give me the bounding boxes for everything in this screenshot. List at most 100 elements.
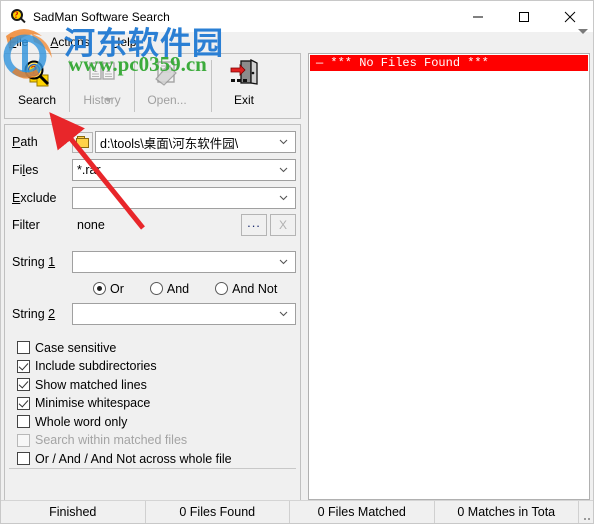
window-controls — [455, 1, 593, 32]
radio-and-not-label: And Not — [232, 281, 278, 296]
checkbox-label: Whole word only — [35, 414, 128, 429]
chevron-down-icon[interactable] — [279, 165, 288, 174]
checkbox-indicator — [17, 415, 30, 429]
title-bar: ? SadMan Software Search — [1, 1, 593, 32]
window-title: SadMan Software Search — [33, 9, 170, 24]
options-checkbox-list: Case sensitive Include subdirectories Sh… — [9, 338, 296, 468]
maximize-icon[interactable] — [501, 1, 547, 32]
chevron-down-icon[interactable] — [279, 137, 288, 146]
exclude-label: Exclude — [12, 190, 57, 205]
string1-label: String 1 — [12, 254, 56, 269]
minimize-icon[interactable] — [455, 1, 501, 32]
chevron-down-icon[interactable] — [578, 29, 588, 34]
filter-clear-label: X — [278, 218, 287, 233]
history-button[interactable]: 1 2 History — [70, 54, 134, 118]
menu-item-help-label: elp — [120, 34, 137, 49]
radio-or-indicator — [93, 282, 106, 296]
open-button[interactable]: Open... — [135, 54, 199, 118]
files-input[interactable]: *.rar — [72, 158, 296, 181]
svg-text:2: 2 — [106, 65, 111, 74]
filter-clear-button[interactable]: X — [270, 214, 296, 237]
main-body: ? Search 1 2 History Open... Exit Path d… — [1, 29, 593, 500]
path-label: Path — [12, 135, 38, 150]
list-item[interactable]: — *** No Files Found *** — [310, 55, 588, 71]
files-value: *.rar — [77, 162, 101, 177]
checkbox-show-matched-lines[interactable]: Show matched lines — [17, 375, 296, 394]
checkbox-across-whole-file[interactable]: Or / And / And Not across whole file — [17, 449, 296, 468]
files-row: Files *.rar — [9, 158, 296, 182]
menu-item-file[interactable]: File — [9, 35, 28, 49]
chevron-down-icon[interactable] — [279, 309, 288, 318]
exclude-input[interactable] — [72, 186, 296, 209]
svg-text:?: ? — [31, 64, 37, 77]
right-pane: — *** No Files Found *** — [308, 53, 590, 500]
status-cell-files-found: 0 Files Found — [146, 501, 290, 523]
checkbox-label: Show matched lines — [35, 377, 147, 392]
radio-and[interactable]: And — [149, 281, 190, 296]
checkbox-case-sensitive[interactable]: Case sensitive — [17, 338, 296, 357]
exit-button-label: Exit — [233, 93, 254, 107]
checkbox-indicator — [17, 341, 30, 355]
checkbox-indicator — [17, 433, 30, 447]
left-pane: ? Search 1 2 History Open... Exit Path d… — [4, 29, 588, 500]
radio-or-label: Or — [110, 281, 124, 296]
application-window: ? SadMan Software Search File Actions He… — [0, 0, 594, 524]
history-button-label: History — [83, 93, 121, 107]
checkbox-indicator — [17, 452, 30, 466]
status-cell-state: Finished — [1, 501, 146, 523]
radio-and-label: And — [166, 281, 190, 296]
search-form: Path d:\tools\桌面\河东软件园\ Files *.rar Excl… — [4, 124, 301, 500]
search-button[interactable]: ? Search — [5, 54, 69, 118]
checkbox-label: Or / And / And Not across whole file — [35, 451, 232, 466]
checkbox-label: Include subdirectories — [35, 359, 157, 374]
radio-or[interactable]: Or — [93, 282, 124, 296]
status-cell-files-matched: 0 Files Matched — [290, 501, 435, 523]
radio-and-not-indicator — [215, 282, 229, 296]
filter-browse-label: ... — [247, 215, 261, 231]
magnifier-folder-icon: ? — [20, 59, 54, 91]
folder-browse-icon[interactable] — [72, 131, 93, 153]
chevron-down-icon[interactable] — [104, 98, 112, 102]
string1-input[interactable] — [72, 250, 296, 273]
filter-browse-button[interactable]: ... — [241, 214, 267, 237]
status-bar: Finished 0 Files Found 0 Files Matched 0… — [1, 500, 593, 523]
chevron-down-icon[interactable] — [279, 193, 288, 202]
string1-row: String 1 — [9, 250, 296, 273]
checkbox-indicator — [17, 396, 30, 410]
door-exit-icon — [227, 58, 261, 91]
menu-bar: File Actions Help — [1, 32, 593, 51]
checkbox-indicator — [17, 359, 30, 373]
radio-and-not[interactable]: And Not — [215, 282, 277, 296]
checkbox-minimise-whitespace[interactable]: Minimise whitespace — [17, 394, 296, 413]
menu-item-actions-label: ctions — [58, 34, 90, 49]
checkbox-include-subdirectories[interactable]: Include subdirectories — [17, 357, 296, 376]
toolbar: ? Search 1 2 History Open... Exit — [4, 29, 588, 119]
menu-item-file-label: ile — [16, 34, 29, 49]
path-row: Path d:\tools\桌面\河东软件园\ — [9, 131, 296, 154]
menu-item-actions[interactable]: Actions — [50, 35, 89, 49]
form-footer-area — [9, 468, 296, 500]
book-pages-icon: 1 2 — [85, 59, 119, 91]
radio-and-indicator — [149, 282, 163, 296]
results-list[interactable]: — *** No Files Found *** — [308, 53, 590, 500]
exit-button[interactable]: Exit — [212, 54, 276, 118]
checkbox-label: Case sensitive — [35, 340, 117, 355]
menu-item-help[interactable]: Help — [112, 35, 137, 49]
status-cell-matches-total: 0 Matches in Tota — [435, 501, 579, 523]
checkbox-label: Search within matched files — [35, 433, 188, 448]
checkbox-search-within-matched-files[interactable]: Search within matched files — [17, 431, 296, 450]
operator-radio-group: Or And And Not — [9, 278, 296, 300]
checkbox-whole-word-only[interactable]: Whole word only — [17, 412, 296, 431]
path-input[interactable]: d:\tools\桌面\河东软件园\ — [95, 131, 296, 154]
open-button-label: Open... — [147, 93, 187, 107]
search-button-label: Search — [17, 93, 57, 107]
resize-grip-icon[interactable] — [579, 501, 593, 523]
string2-input[interactable] — [72, 303, 296, 326]
close-icon[interactable] — [547, 1, 593, 32]
exclude-row: Exclude — [9, 186, 296, 209]
chevron-down-icon[interactable] — [279, 257, 288, 266]
checkbox-label: Minimise whitespace — [35, 396, 151, 411]
checkbox-indicator — [17, 378, 30, 392]
filter-row: Filter none ... X — [9, 214, 296, 237]
string2-label: String 2 — [12, 307, 56, 322]
